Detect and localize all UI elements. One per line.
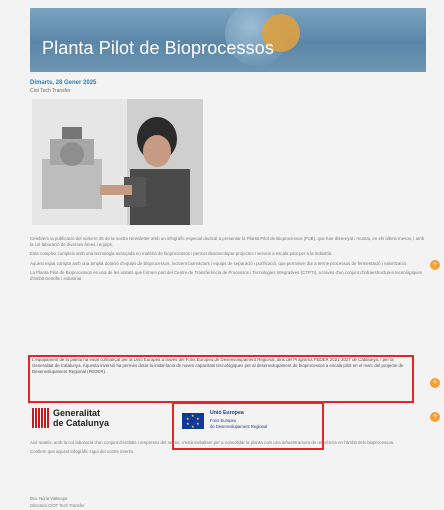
generalitat-logo-line2: de Catalunya [53,418,110,428]
eu-flag-icon: ★ ★ ★ ★ ★ ★ [182,413,204,429]
post-closing: Així mateix, amb la col·laboració d'un c… [30,440,426,458]
post-paragraph-1: Celebrem la publicació del número 35 de … [30,236,425,248]
generalitat-logo: Generalitat de Catalunya [32,408,132,434]
post-photo [32,99,203,225]
eu-logo-line3: de Desenvolupament Regional [210,424,268,429]
post-meta: Dimarts, 28 Gener 2025 Ciot Tech Transfe… [30,80,426,94]
post-author: Ciot Tech Transfer [30,88,71,94]
post-closing-paragraph-1: Així mateix, amb la col·laboració d'un c… [30,440,395,445]
signature-name: Dra. Núria Vallmajor [30,496,68,501]
eu-logo-line2: Fons Europeu [210,418,237,423]
side-expand-button[interactable]: + [430,378,440,388]
post-date: Dimarts, 28 Gener 2025 [30,80,97,86]
eu-logo-line1: Unió Europea [210,410,244,416]
page-banner: Planta Pilot de Bioprocessos [30,8,426,72]
signature-role: Directora CIOT Tech Transfer [30,503,85,508]
post-body: Celebrem la publicació del número 35 de … [30,236,426,285]
side-expand-button[interactable]: + [430,412,440,422]
post-paragraph-3: Aquest espai compta amb una àmplia dotac… [30,260,408,266]
funding-statement: L'equipament de la planta ha estat cofin… [32,357,404,375]
generalitat-logo-line1: Generalitat [53,408,101,418]
catalan-flag-icon [32,408,49,428]
page-title: Planta Pilot de Bioprocessos [42,38,274,58]
page-canvas: Planta Pilot de Bioprocessos Dimarts, 28… [0,0,444,510]
lab-photo-illustration [32,99,203,225]
side-expand-button[interactable]: + [430,260,440,270]
post-paragraph-2: Este complex compleix amb una tecnologia… [30,251,333,257]
post-paragraph-4: La Planta Pilot de Bioprocessos és una d… [30,269,423,282]
post-closing-paragraph-2: Confiem que aquest infogràfic sigui del … [30,449,135,455]
